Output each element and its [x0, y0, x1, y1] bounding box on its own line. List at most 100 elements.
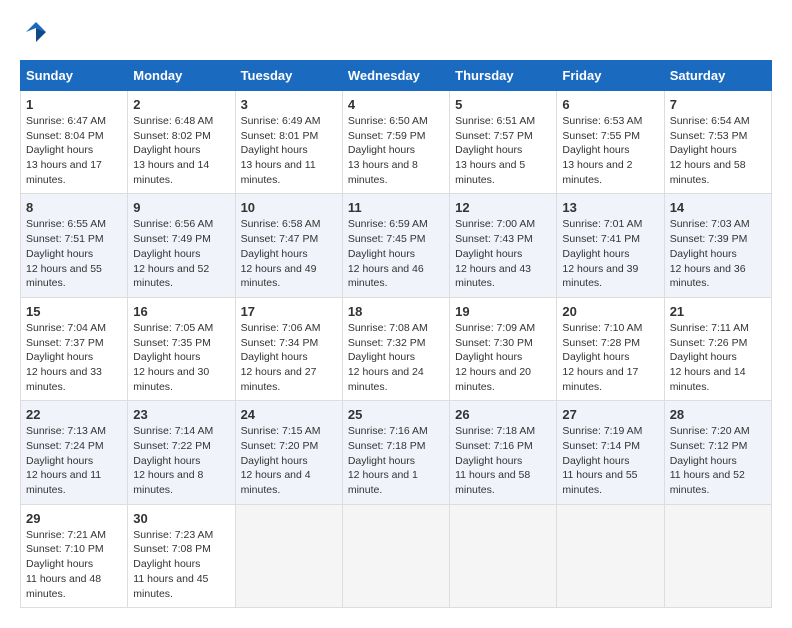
daylight-label: Daylight hours: [348, 144, 415, 156]
cell-content: Sunrise: 7:08 AM Sunset: 7:32 PM Dayligh…: [348, 321, 444, 394]
cell-content: Sunrise: 7:16 AM Sunset: 7:18 PM Dayligh…: [348, 424, 444, 497]
day-number: 19: [455, 304, 551, 319]
day-number: 8: [26, 200, 122, 215]
daylight-label: Daylight hours: [26, 351, 93, 363]
day-number: 3: [241, 97, 337, 112]
cell-content: Sunrise: 7:10 AM Sunset: 7:28 PM Dayligh…: [562, 321, 658, 394]
daylight-value: 12 hours and 55 minutes.: [26, 263, 102, 290]
table-row: 1 Sunrise: 6:47 AM Sunset: 8:04 PM Dayli…: [21, 91, 128, 194]
daylight-value: 12 hours and 8 minutes.: [133, 469, 203, 496]
cell-content: Sunrise: 7:01 AM Sunset: 7:41 PM Dayligh…: [562, 217, 658, 290]
sunset-label: Sunset: 7:10 PM: [26, 543, 104, 555]
sunset-label: Sunset: 7:22 PM: [133, 440, 211, 452]
daylight-value: 12 hours and 1 minute.: [348, 469, 418, 496]
day-number: 21: [670, 304, 766, 319]
day-number: 30: [133, 511, 229, 526]
sunset-label: Sunset: 7:30 PM: [455, 337, 533, 349]
sunset-label: Sunset: 7:12 PM: [670, 440, 748, 452]
daylight-label: Daylight hours: [26, 144, 93, 156]
table-row: 6 Sunrise: 6:53 AM Sunset: 7:55 PM Dayli…: [557, 91, 664, 194]
table-row: 5 Sunrise: 6:51 AM Sunset: 7:57 PM Dayli…: [450, 91, 557, 194]
sunset-label: Sunset: 7:39 PM: [670, 233, 748, 245]
sunset-label: Sunset: 7:26 PM: [670, 337, 748, 349]
table-row: [557, 504, 664, 607]
cell-content: Sunrise: 6:50 AM Sunset: 7:59 PM Dayligh…: [348, 114, 444, 187]
sunrise-label: Sunrise: 7:13 AM: [26, 425, 106, 437]
sunset-label: Sunset: 7:49 PM: [133, 233, 211, 245]
daylight-label: Daylight hours: [348, 351, 415, 363]
sunrise-label: Sunrise: 7:04 AM: [26, 322, 106, 334]
daylight-label: Daylight hours: [26, 455, 93, 467]
daylight-label: Daylight hours: [455, 351, 522, 363]
table-row: [664, 504, 771, 607]
sunset-label: Sunset: 7:41 PM: [562, 233, 640, 245]
table-row: 10 Sunrise: 6:58 AM Sunset: 7:47 PM Dayl…: [235, 194, 342, 297]
day-number: 23: [133, 407, 229, 422]
table-row: 22 Sunrise: 7:13 AM Sunset: 7:24 PM Dayl…: [21, 401, 128, 504]
daylight-value: 13 hours and 17 minutes.: [26, 159, 102, 186]
sunrise-label: Sunrise: 7:14 AM: [133, 425, 213, 437]
sunrise-label: Sunrise: 6:56 AM: [133, 218, 213, 230]
day-number: 29: [26, 511, 122, 526]
daylight-value: 13 hours and 11 minutes.: [241, 159, 316, 186]
daylight-value: 12 hours and 20 minutes.: [455, 366, 531, 393]
day-number: 16: [133, 304, 229, 319]
daylight-label: Daylight hours: [348, 455, 415, 467]
cell-content: Sunrise: 6:47 AM Sunset: 8:04 PM Dayligh…: [26, 114, 122, 187]
daylight-label: Daylight hours: [670, 351, 737, 363]
day-number: 11: [348, 200, 444, 215]
day-number: 5: [455, 97, 551, 112]
daylight-value: 12 hours and 39 minutes.: [562, 263, 638, 290]
day-number: 14: [670, 200, 766, 215]
sunrise-label: Sunrise: 6:49 AM: [241, 115, 321, 127]
day-number: 20: [562, 304, 658, 319]
daylight-label: Daylight hours: [670, 455, 737, 467]
sunset-label: Sunset: 7:51 PM: [26, 233, 104, 245]
cell-content: Sunrise: 6:55 AM Sunset: 7:51 PM Dayligh…: [26, 217, 122, 290]
sunset-label: Sunset: 7:34 PM: [241, 337, 319, 349]
cell-content: Sunrise: 6:54 AM Sunset: 7:53 PM Dayligh…: [670, 114, 766, 187]
day-number: 24: [241, 407, 337, 422]
sunrise-label: Sunrise: 6:58 AM: [241, 218, 321, 230]
day-number: 1: [26, 97, 122, 112]
daylight-value: 12 hours and 52 minutes.: [133, 263, 209, 290]
daylight-label: Daylight hours: [562, 455, 629, 467]
day-number: 27: [562, 407, 658, 422]
col-header-wednesday: Wednesday: [342, 61, 449, 91]
sunrise-label: Sunrise: 7:21 AM: [26, 529, 106, 541]
daylight-label: Daylight hours: [241, 455, 308, 467]
sunrise-label: Sunrise: 7:16 AM: [348, 425, 428, 437]
table-row: 18 Sunrise: 7:08 AM Sunset: 7:32 PM Dayl…: [342, 297, 449, 400]
daylight-label: Daylight hours: [133, 558, 200, 570]
table-row: 28 Sunrise: 7:20 AM Sunset: 7:12 PM Dayl…: [664, 401, 771, 504]
table-row: [450, 504, 557, 607]
col-header-friday: Friday: [557, 61, 664, 91]
daylight-label: Daylight hours: [241, 351, 308, 363]
cell-content: Sunrise: 6:53 AM Sunset: 7:55 PM Dayligh…: [562, 114, 658, 187]
daylight-value: 13 hours and 2 minutes.: [562, 159, 632, 186]
day-number: 10: [241, 200, 337, 215]
table-row: 8 Sunrise: 6:55 AM Sunset: 7:51 PM Dayli…: [21, 194, 128, 297]
cell-content: Sunrise: 7:11 AM Sunset: 7:26 PM Dayligh…: [670, 321, 766, 394]
day-number: 25: [348, 407, 444, 422]
cell-content: Sunrise: 7:09 AM Sunset: 7:30 PM Dayligh…: [455, 321, 551, 394]
daylight-value: 12 hours and 11 minutes.: [26, 469, 101, 496]
daylight-label: Daylight hours: [133, 248, 200, 260]
cell-content: Sunrise: 6:49 AM Sunset: 8:01 PM Dayligh…: [241, 114, 337, 187]
cell-content: Sunrise: 6:58 AM Sunset: 7:47 PM Dayligh…: [241, 217, 337, 290]
table-row: [342, 504, 449, 607]
sunrise-label: Sunrise: 7:01 AM: [562, 218, 642, 230]
daylight-label: Daylight hours: [455, 455, 522, 467]
sunrise-label: Sunrise: 6:48 AM: [133, 115, 213, 127]
sunrise-label: Sunrise: 7:10 AM: [562, 322, 642, 334]
cell-content: Sunrise: 7:15 AM Sunset: 7:20 PM Dayligh…: [241, 424, 337, 497]
daylight-value: 12 hours and 46 minutes.: [348, 263, 424, 290]
cell-content: Sunrise: 6:56 AM Sunset: 7:49 PM Dayligh…: [133, 217, 229, 290]
cell-content: Sunrise: 7:18 AM Sunset: 7:16 PM Dayligh…: [455, 424, 551, 497]
sunset-label: Sunset: 7:14 PM: [562, 440, 640, 452]
sunset-label: Sunset: 7:18 PM: [348, 440, 426, 452]
daylight-value: 11 hours and 48 minutes.: [26, 573, 101, 600]
cell-content: Sunrise: 7:23 AM Sunset: 7:08 PM Dayligh…: [133, 528, 229, 601]
sunrise-label: Sunrise: 6:55 AM: [26, 218, 106, 230]
daylight-label: Daylight hours: [562, 248, 629, 260]
